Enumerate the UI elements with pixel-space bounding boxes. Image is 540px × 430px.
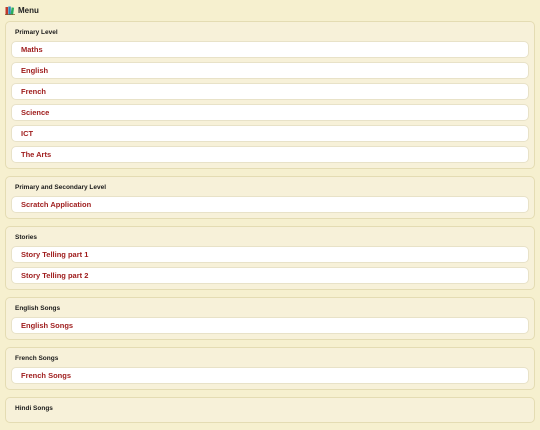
- menu-item-the-arts[interactable]: The Arts: [11, 146, 529, 163]
- menu-item-french[interactable]: French: [11, 83, 529, 100]
- section-title: French Songs: [15, 355, 59, 362]
- menu-title: Menu: [18, 5, 39, 15]
- menu-item-ict[interactable]: ICT: [11, 125, 529, 142]
- section-hindi-songs: Hindi Songs: [5, 397, 535, 423]
- section-title: English Songs: [15, 305, 61, 312]
- menu-item-story-telling-2[interactable]: Story Telling part 2: [11, 267, 529, 284]
- section-french-songs: French Songs French Songs: [5, 347, 535, 390]
- menu-item-maths[interactable]: Maths: [11, 41, 529, 58]
- section-stories: Stories Story Telling part 1 Story Telli…: [5, 226, 535, 290]
- menu-item-story-telling-1[interactable]: Story Telling part 1: [11, 246, 529, 263]
- menu-item-english-songs[interactable]: English Songs: [11, 317, 529, 334]
- section-title: Hindi Songs: [15, 405, 53, 412]
- menu-item-scratch-application[interactable]: Scratch Application: [11, 196, 529, 213]
- menu-content: Primary Level Maths English French Scien…: [5, 21, 535, 430]
- section-primary-secondary-level: Primary and Secondary Level Scratch Appl…: [5, 176, 535, 219]
- section-title: Primary and Secondary Level: [15, 184, 107, 191]
- top-bar: Menu: [0, 0, 540, 20]
- menu-item-french-songs[interactable]: French Songs: [11, 367, 529, 384]
- section-title: Stories: [15, 234, 38, 241]
- section-primary-level: Primary Level Maths English French Scien…: [5, 21, 535, 169]
- books-icon: [5, 6, 15, 15]
- section-title: Primary Level: [15, 29, 58, 36]
- menu-item-science[interactable]: Science: [11, 104, 529, 121]
- section-english-songs: English Songs English Songs: [5, 297, 535, 340]
- menu-item-english[interactable]: English: [11, 62, 529, 79]
